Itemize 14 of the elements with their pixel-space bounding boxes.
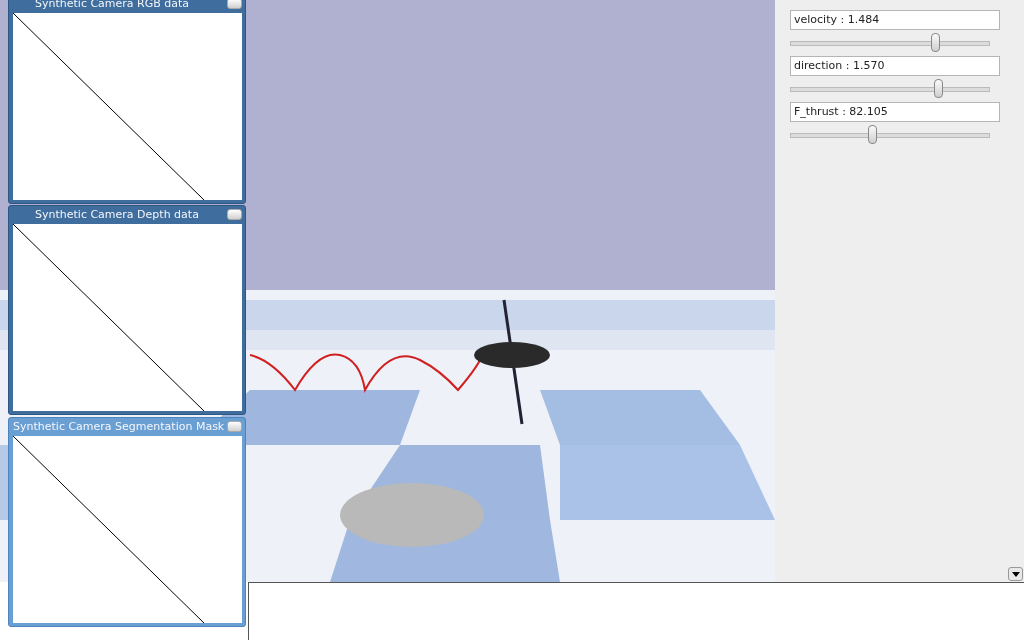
minimize-button[interactable] bbox=[227, 0, 242, 10]
parameter-field[interactable]: F_thrust : 82.105 bbox=[790, 102, 1000, 122]
slider-thumb[interactable] bbox=[930, 32, 940, 52]
minimize-button[interactable] bbox=[227, 209, 242, 221]
window-title: Synthetic Camera RGB data bbox=[34, 0, 190, 11]
window-title: Synthetic Camera Depth data bbox=[34, 208, 199, 222]
window-title: Synthetic Camera Segmentation Mask bbox=[13, 420, 225, 434]
dropdown-button[interactable] bbox=[1008, 567, 1023, 581]
minimize-button[interactable] bbox=[227, 421, 242, 433]
caret-icon bbox=[1011, 571, 1020, 577]
slider-thumb[interactable] bbox=[933, 78, 943, 98]
slider-thumb[interactable] bbox=[868, 124, 878, 144]
parameter-field[interactable]: velocity : 1.484 bbox=[790, 10, 1000, 30]
parameter-field[interactable]: direction : 1.570 bbox=[790, 56, 1000, 76]
